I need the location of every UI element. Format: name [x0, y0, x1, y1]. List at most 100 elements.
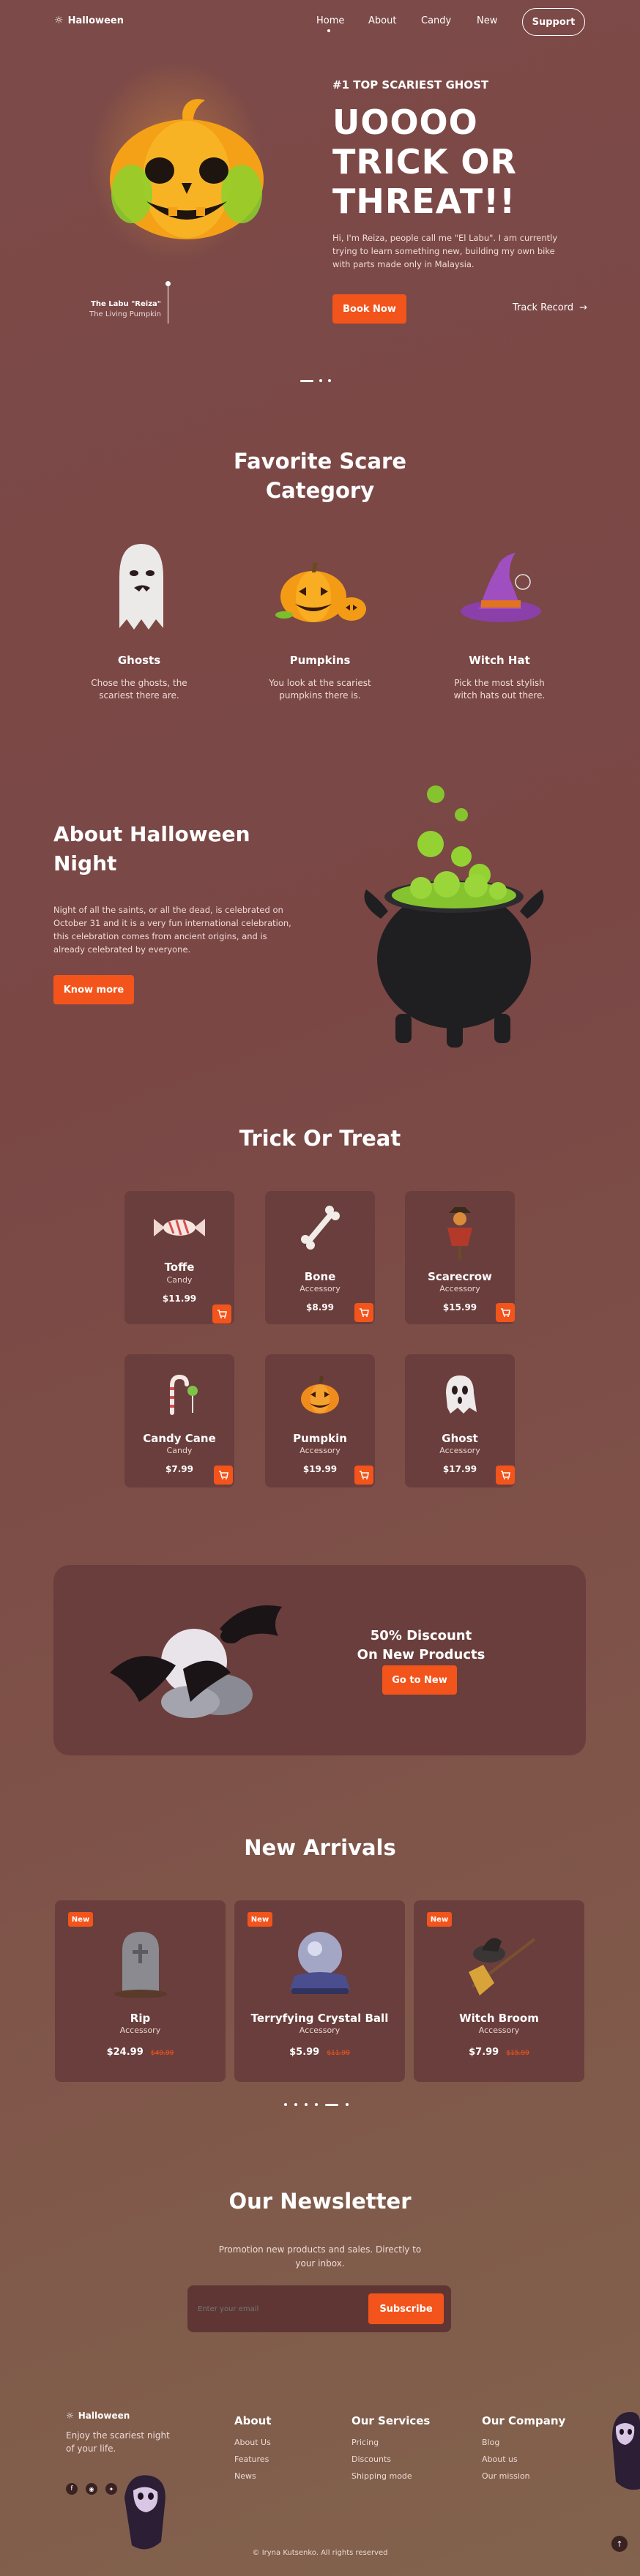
cauldron-image [364, 785, 544, 1048]
pumpkins-category-image [275, 562, 366, 622]
arrival-type: Accessory [299, 2026, 341, 2035]
pagination-dot[interactable] [315, 2103, 318, 2106]
product-card-scarecrow[interactable]: Scarecrow Accessory $15.99 [405, 1191, 515, 1324]
product-card-bone[interactable]: Bone Accessory $8.99 [265, 1191, 375, 1324]
category-pumpkins[interactable]: Pumpkins You look at the scariest pumpki… [247, 654, 393, 702]
category-desc-line: witch hats out there. [453, 690, 546, 701]
product-card-candy-cane[interactable]: Candy Cane Candy $7.99 [124, 1354, 234, 1487]
nav-candy[interactable]: Candy [421, 15, 451, 26]
about-text: Night of all the saints, or all the dead… [53, 903, 291, 956]
category-desc: Pick the most stylish witch hats out the… [426, 677, 573, 702]
categories-title-line1: Favorite Scare [234, 449, 406, 474]
slider-dot[interactable] [328, 379, 331, 382]
support-button[interactable]: Support [522, 8, 585, 36]
add-to-cart-button[interactable] [214, 1466, 233, 1485]
footer-col-title: Our Company [482, 2414, 566, 2427]
product-card-toffe[interactable]: Toffe Candy $11.99 [124, 1191, 234, 1324]
know-more-button[interactable]: Know more [53, 975, 134, 1004]
footer-logo-text: Halloween [78, 2411, 130, 2421]
footer-link[interactable]: Our mission [482, 2471, 565, 2481]
category-name: Pumpkins [289, 654, 351, 667]
nav-about[interactable]: About [368, 15, 396, 26]
category-desc-line: Pick the most stylish [454, 678, 545, 688]
footer-link[interactable]: Pricing [351, 2438, 430, 2447]
copyright: © Iryna Kutsenko. All rights reserved [252, 2549, 388, 2557]
hero-tag: #1 TOP SCARIEST GHOST [332, 78, 489, 92]
category-witch-hat[interactable]: Witch Hat Pick the most stylish witch ha… [426, 654, 573, 702]
category-desc: Chose the ghosts, the scariest there are… [66, 677, 212, 702]
pagination-dot[interactable] [305, 2103, 308, 2106]
arrival-price: $24.99 [106, 2047, 144, 2058]
arrival-card-witch-broom[interactable]: New Witch Broom Accessory $7.99 $15.99 [414, 1900, 584, 2082]
newsletter-text-line: your inbox. [295, 2258, 345, 2269]
categories-title: Favorite Scare Category [0, 447, 640, 505]
subscribe-button[interactable]: Subscribe [368, 2293, 444, 2324]
go-to-new-button[interactable]: Go to New [382, 1665, 457, 1695]
product-type: Accessory [439, 1284, 480, 1293]
logo[interactable]: ☼ Halloween [54, 15, 124, 26]
categories-title-line2: Category [265, 478, 375, 503]
category-desc-line: scariest there are. [99, 690, 179, 701]
nav-new[interactable]: New [477, 15, 497, 26]
add-to-cart-button[interactable] [496, 1466, 515, 1485]
cart-icon [217, 1310, 227, 1318]
hero-slider-dots [300, 379, 331, 382]
product-name: Ghost [442, 1432, 478, 1445]
hero-title-line1: UOOOO [332, 102, 478, 142]
footer-link[interactable]: Blog [482, 2438, 565, 2447]
arrival-price: $7.99 [469, 2047, 499, 2058]
logo-icon: ☼ [66, 2411, 74, 2421]
arrow-right-icon: → [579, 302, 587, 313]
arrival-card-crystal-ball[interactable]: New Terryfying Crystal Ball Accessory $5… [234, 1900, 405, 2082]
track-record-link[interactable]: Track Record → [513, 302, 587, 313]
about-text-line: this celebration comes from ancient orig… [53, 931, 267, 941]
witch-broom-image [469, 1938, 536, 1996]
nav-active-dot [327, 29, 330, 32]
email-input[interactable] [198, 2299, 344, 2319]
footer-link[interactable]: About Us [234, 2438, 272, 2447]
logo-icon: ☼ [54, 15, 64, 26]
footer-link[interactable]: Features [234, 2454, 272, 2464]
cart-icon [501, 1471, 510, 1479]
pagination-dot[interactable] [294, 2103, 297, 2106]
book-now-button[interactable]: Book Now [332, 294, 406, 324]
add-to-cart-button[interactable] [354, 1303, 373, 1322]
slider-dot-active[interactable] [300, 379, 313, 382]
instagram-icon[interactable]: ◉ [86, 2483, 97, 2495]
slider-dot[interactable] [319, 379, 322, 382]
footer-link[interactable]: Discounts [351, 2454, 430, 2464]
crystal-ball-image [290, 1932, 350, 1994]
newsletter-title: Our Newsletter [228, 2189, 412, 2214]
add-to-cart-button[interactable] [354, 1466, 373, 1485]
add-to-cart-button[interactable] [496, 1303, 515, 1322]
footer-col-title: Our Services [351, 2414, 431, 2427]
product-name: Bone [304, 1270, 336, 1283]
scroll-top-button[interactable]: ↑ [611, 2536, 628, 2552]
cart-icon [501, 1308, 510, 1317]
promo-line1: 50% Discount [370, 1628, 472, 1643]
pagination-dot-active[interactable] [325, 2103, 338, 2106]
hero-title-line3: THREAT!! [332, 182, 516, 221]
arrival-type: Accessory [478, 2026, 520, 2035]
footer-col-company: Our Company Blog About us Our mission [482, 2414, 565, 2488]
footer-link[interactable]: News [234, 2471, 272, 2481]
arrival-type: Accessory [119, 2026, 161, 2035]
nav-home[interactable]: Home [316, 15, 344, 26]
arrival-price-row: $24.99 $49.99 [55, 2047, 226, 2058]
category-desc-line: You look at the scariest [269, 678, 371, 688]
footer-logo[interactable]: ☼ Halloween [66, 2411, 130, 2421]
pagination-dot[interactable] [346, 2103, 349, 2106]
arrival-card-rip[interactable]: New Rip Accessory $24.99 $49.99 [55, 1900, 226, 2082]
arrival-old-price: $15.99 [506, 2050, 529, 2057]
product-card-ghost[interactable]: Ghost Accessory $17.99 [405, 1354, 515, 1487]
footer-link[interactable]: About us [482, 2454, 565, 2464]
cart-icon [219, 1471, 228, 1479]
newsletter-text-line: Promotion new products and sales. Direct… [218, 2244, 422, 2255]
pagination-dot[interactable] [284, 2103, 287, 2106]
category-ghosts[interactable]: Ghosts Chose the ghosts, the scariest th… [66, 654, 212, 702]
add-to-cart-button[interactable] [212, 1304, 231, 1324]
product-card-pumpkin[interactable]: Pumpkin Accessory $19.99 [265, 1354, 375, 1487]
footer-link[interactable]: Shipping mode [351, 2471, 430, 2481]
about-title-line1: About Halloween [53, 822, 250, 846]
facebook-icon[interactable]: f [66, 2483, 78, 2495]
